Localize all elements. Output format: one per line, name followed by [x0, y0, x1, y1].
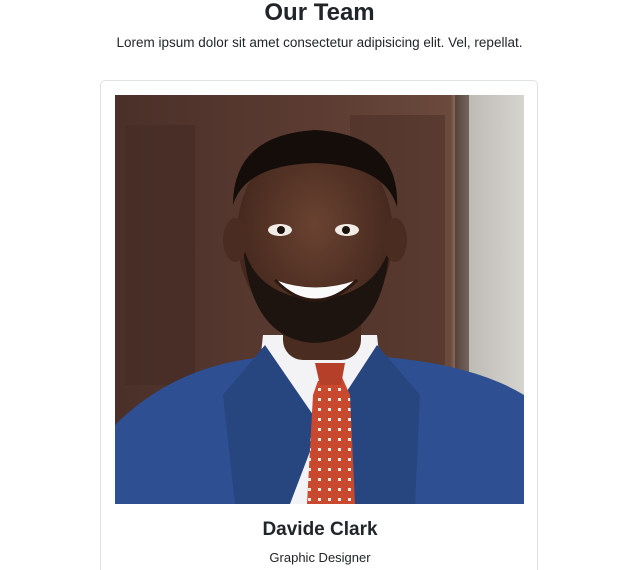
team-page: Our Team Lorem ipsum dolor sit amet cons… — [0, 0, 639, 570]
section-subtitle: Lorem ipsum dolor sit amet consectetur a… — [116, 35, 523, 50]
member-role: Graphic Designer — [269, 550, 371, 565]
member-photo — [115, 95, 524, 504]
team-member-card: Davide Clark Graphic Designer — [100, 80, 538, 570]
section-title: Our Team — [264, 0, 375, 26]
member-name: Davide Clark — [262, 519, 378, 540]
